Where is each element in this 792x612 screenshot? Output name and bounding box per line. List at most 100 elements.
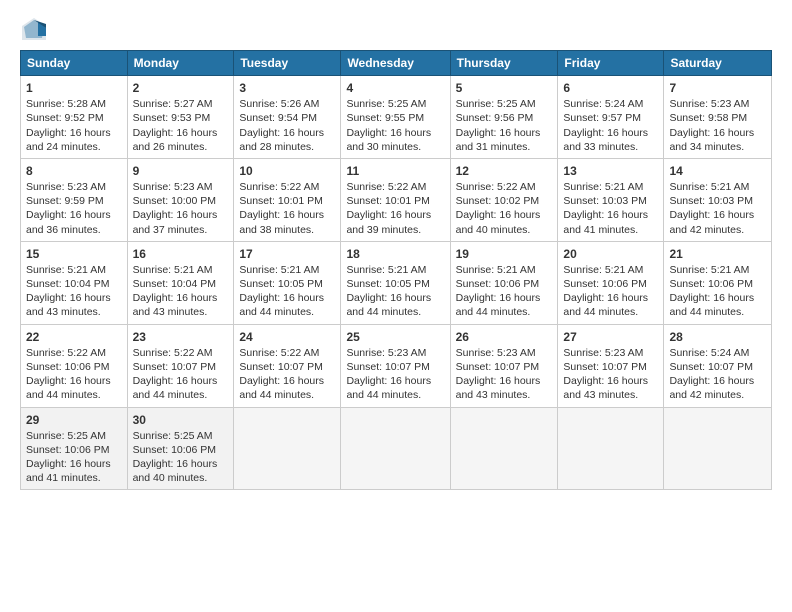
day-number: 9 bbox=[133, 163, 229, 179]
sunset-text: Sunset: 9:54 PM bbox=[239, 112, 317, 124]
col-header-wednesday: Wednesday bbox=[341, 51, 450, 76]
sunset-text: Sunset: 10:01 PM bbox=[346, 195, 429, 207]
calendar-cell bbox=[450, 407, 558, 490]
page: SundayMondayTuesdayWednesdayThursdayFrid… bbox=[0, 0, 792, 612]
sunset-text: Sunset: 9:59 PM bbox=[26, 195, 104, 207]
sunset-text: Sunset: 10:07 PM bbox=[563, 361, 646, 373]
calendar-cell: 13Sunrise: 5:21 AMSunset: 10:03 PMDaylig… bbox=[558, 158, 664, 241]
daylight-text: Daylight: 16 hours and 44 minutes. bbox=[239, 375, 324, 401]
calendar-cell bbox=[341, 407, 450, 490]
col-header-saturday: Saturday bbox=[664, 51, 772, 76]
daylight-text: Daylight: 16 hours and 24 minutes. bbox=[26, 127, 111, 153]
daylight-text: Daylight: 16 hours and 44 minutes. bbox=[669, 292, 754, 318]
day-number: 3 bbox=[239, 80, 335, 96]
day-number: 16 bbox=[133, 246, 229, 262]
sunrise-text: Sunrise: 5:21 AM bbox=[239, 264, 319, 276]
day-number: 30 bbox=[133, 412, 229, 428]
daylight-text: Daylight: 16 hours and 30 minutes. bbox=[346, 127, 431, 153]
day-number: 17 bbox=[239, 246, 335, 262]
sunset-text: Sunset: 10:03 PM bbox=[563, 195, 646, 207]
calendar-cell: 9 Sunrise: 5:23 AM Sunset: 10:00 PM Dayligh… bbox=[127, 158, 234, 241]
sunset-text: Sunset: 10:00 PM bbox=[133, 195, 216, 207]
day-number: 29 bbox=[26, 412, 122, 428]
daylight-text: Daylight: 16 hours and 44 minutes. bbox=[346, 375, 431, 401]
col-header-monday: Monday bbox=[127, 51, 234, 76]
calendar-cell: 26Sunrise: 5:23 AMSunset: 10:07 PMDaylig… bbox=[450, 324, 558, 407]
sunrise-text: Sunrise: 5:23 AM bbox=[563, 347, 643, 359]
sunset-text: Sunset: 10:04 PM bbox=[133, 278, 216, 290]
daylight-text: Daylight: 16 hours and 44 minutes. bbox=[456, 292, 541, 318]
day-number: 10 bbox=[239, 163, 335, 179]
day-number: 21 bbox=[669, 246, 766, 262]
daylight-text: Daylight: 16 hours and 36 minutes. bbox=[26, 209, 111, 235]
sunrise-text: Sunrise: 5:24 AM bbox=[563, 98, 643, 110]
sunrise-text: Sunrise: 5:23 AM bbox=[133, 181, 213, 193]
sunset-text: Sunset: 9:57 PM bbox=[563, 112, 641, 124]
calendar-cell: 29Sunrise: 5:25 AMSunset: 10:06 PMDaylig… bbox=[21, 407, 128, 490]
daylight-text: Daylight: 16 hours and 41 minutes. bbox=[563, 209, 648, 235]
sunset-text: Sunset: 9:55 PM bbox=[346, 112, 424, 124]
col-header-tuesday: Tuesday bbox=[234, 51, 341, 76]
sunset-text: Sunset: 10:06 PM bbox=[456, 278, 539, 290]
day-number: 15 bbox=[26, 246, 122, 262]
sunrise-text: Sunrise: 5:23 AM bbox=[456, 347, 536, 359]
calendar-cell bbox=[234, 407, 341, 490]
daylight-text: Daylight: 16 hours and 44 minutes. bbox=[346, 292, 431, 318]
daylight-text: Daylight: 16 hours and 41 minutes. bbox=[26, 458, 111, 484]
col-header-thursday: Thursday bbox=[450, 51, 558, 76]
calendar-cell: 4Sunrise: 5:25 AMSunset: 9:55 PMDaylight… bbox=[341, 76, 450, 159]
calendar-cell: 12Sunrise: 5:22 AMSunset: 10:02 PMDaylig… bbox=[450, 158, 558, 241]
sunset-text: Sunset: 10:04 PM bbox=[26, 278, 109, 290]
calendar-cell: 1Sunrise: 5:28 AMSunset: 9:52 PMDaylight… bbox=[21, 76, 128, 159]
calendar-week-row: 22Sunrise: 5:22 AMSunset: 10:06 PMDaylig… bbox=[21, 324, 772, 407]
sunrise-text: Sunrise: 5:25 AM bbox=[26, 430, 106, 442]
sunrise-text: Sunrise: 5:23 AM bbox=[669, 98, 749, 110]
sunset-text: Sunset: 10:07 PM bbox=[239, 361, 322, 373]
calendar-cell: 30Sunrise: 5:25 AMSunset: 10:06 PMDaylig… bbox=[127, 407, 234, 490]
sunrise-text: Sunrise: 5:21 AM bbox=[669, 264, 749, 276]
day-number: 14 bbox=[669, 163, 766, 179]
calendar-cell: 17Sunrise: 5:21 AMSunset: 10:05 PMDaylig… bbox=[234, 241, 341, 324]
sunrise-text: Sunrise: 5:21 AM bbox=[563, 264, 643, 276]
sunrise-text: Sunrise: 5:22 AM bbox=[346, 181, 426, 193]
sunset-text: Sunset: 10:05 PM bbox=[346, 278, 429, 290]
sunset-text: Sunset: 10:07 PM bbox=[456, 361, 539, 373]
day-number: 11 bbox=[346, 163, 444, 179]
sunset-text: Sunset: 10:02 PM bbox=[456, 195, 539, 207]
calendar-cell: 7Sunrise: 5:23 AMSunset: 9:58 PMDaylight… bbox=[664, 76, 772, 159]
daylight-text: Daylight: 16 hours and 43 minutes. bbox=[133, 292, 218, 318]
daylight-text: Daylight: 16 hours and 26 minutes. bbox=[133, 127, 218, 153]
sunset-text: Sunset: 10:03 PM bbox=[669, 195, 752, 207]
day-number: 23 bbox=[133, 329, 229, 345]
daylight-text: Daylight: 16 hours and 31 minutes. bbox=[456, 127, 541, 153]
calendar-week-row: 29 Sunrise: 5:25 AM Sunset: 10:06 PM Daylig… bbox=[21, 407, 772, 490]
calendar-cell: 20Sunrise: 5:21 AMSunset: 10:06 PMDaylig… bbox=[558, 241, 664, 324]
day-number: 20 bbox=[563, 246, 658, 262]
sunset-text: Sunset: 10:07 PM bbox=[133, 361, 216, 373]
sunset-text: Sunset: 10:06 PM bbox=[26, 361, 109, 373]
sunrise-text: Sunrise: 5:23 AM bbox=[346, 347, 426, 359]
sunset-text: Sunset: 9:56 PM bbox=[456, 112, 534, 124]
day-number: 2 bbox=[133, 80, 229, 96]
calendar-cell: 21Sunrise: 5:21 AMSunset: 10:06 PMDaylig… bbox=[664, 241, 772, 324]
sunrise-text: Sunrise: 5:27 AM bbox=[133, 98, 213, 110]
sunrise-text: Sunrise: 5:22 AM bbox=[26, 347, 106, 359]
calendar-cell: 25Sunrise: 5:23 AMSunset: 10:07 PMDaylig… bbox=[341, 324, 450, 407]
calendar-cell: 10Sunrise: 5:22 AMSunset: 10:01 PMDaylig… bbox=[234, 158, 341, 241]
calendar-cell: 15Sunrise: 5:21 AMSunset: 10:04 PMDaylig… bbox=[21, 241, 128, 324]
sunrise-text: Sunrise: 5:28 AM bbox=[26, 98, 106, 110]
daylight-text: Daylight: 16 hours and 42 minutes. bbox=[669, 209, 754, 235]
sunrise-text: Sunrise: 5:21 AM bbox=[26, 264, 106, 276]
sunrise-text: Sunrise: 5:24 AM bbox=[669, 347, 749, 359]
daylight-text: Daylight: 16 hours and 37 minutes. bbox=[133, 209, 218, 235]
calendar-table: SundayMondayTuesdayWednesdayThursdayFrid… bbox=[20, 50, 772, 490]
sunset-text: Sunset: 10:06 PM bbox=[133, 444, 216, 456]
sunrise-text: Sunrise: 5:22 AM bbox=[239, 181, 319, 193]
calendar-cell: 11Sunrise: 5:22 AMSunset: 10:01 PMDaylig… bbox=[341, 158, 450, 241]
calendar-cell: 19Sunrise: 5:21 AMSunset: 10:06 PMDaylig… bbox=[450, 241, 558, 324]
calendar-cell: 16Sunrise: 5:21 AMSunset: 10:04 PMDaylig… bbox=[127, 241, 234, 324]
sunrise-text: Sunrise: 5:22 AM bbox=[133, 347, 213, 359]
daylight-text: Daylight: 16 hours and 44 minutes. bbox=[26, 375, 111, 401]
daylight-text: Daylight: 16 hours and 34 minutes. bbox=[669, 127, 754, 153]
calendar-week-row: 1Sunrise: 5:28 AMSunset: 9:52 PMDaylight… bbox=[21, 76, 772, 159]
